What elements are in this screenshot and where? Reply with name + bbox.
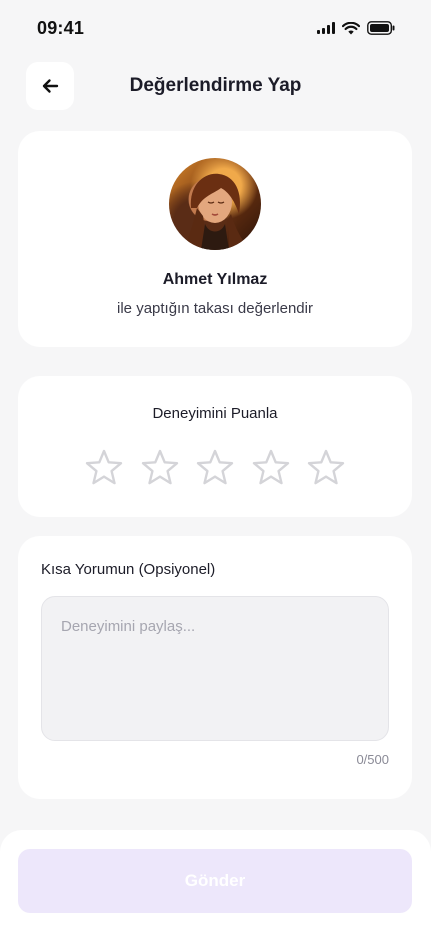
star-3-icon[interactable] — [195, 448, 235, 488]
profile-subtitle: ile yaptığın takası değerlendir — [117, 300, 313, 317]
star-5-icon[interactable] — [306, 448, 346, 488]
star-1-icon[interactable] — [84, 448, 124, 488]
page-title: Değerlendirme Yap — [129, 75, 302, 96]
comment-card: Kısa Yorumun (Opsiyonel) 0/500 — [18, 536, 412, 799]
status-time: 09:41 — [37, 17, 85, 38]
status-bar: 09:41 — [0, 0, 431, 56]
bottom-bar: Gönder — [0, 830, 431, 932]
signal-icon — [317, 22, 335, 34]
rating-title: Deneyimini Puanla — [152, 405, 278, 422]
status-icons — [317, 21, 395, 35]
comment-label: Kısa Yorumun (Opsiyonel) — [41, 561, 216, 578]
avatar — [169, 158, 261, 250]
submit-button[interactable]: Gönder — [18, 849, 412, 913]
wifi-icon — [342, 21, 360, 34]
page-header: Değerlendirme Yap — [0, 62, 431, 112]
battery-icon — [367, 21, 395, 35]
char-counter: 0/500 — [356, 752, 389, 767]
star-4-icon[interactable] — [251, 448, 291, 488]
star-rating — [84, 448, 346, 488]
comment-textarea[interactable] — [41, 596, 389, 741]
profile-card: Ahmet Yılmaz ile yaptığın takası değerle… — [18, 131, 412, 347]
star-2-icon[interactable] — [140, 448, 180, 488]
rating-card: Deneyimini Puanla — [18, 376, 412, 517]
profile-name: Ahmet Yılmaz — [162, 271, 268, 288]
avatar-photo — [183, 173, 249, 250]
